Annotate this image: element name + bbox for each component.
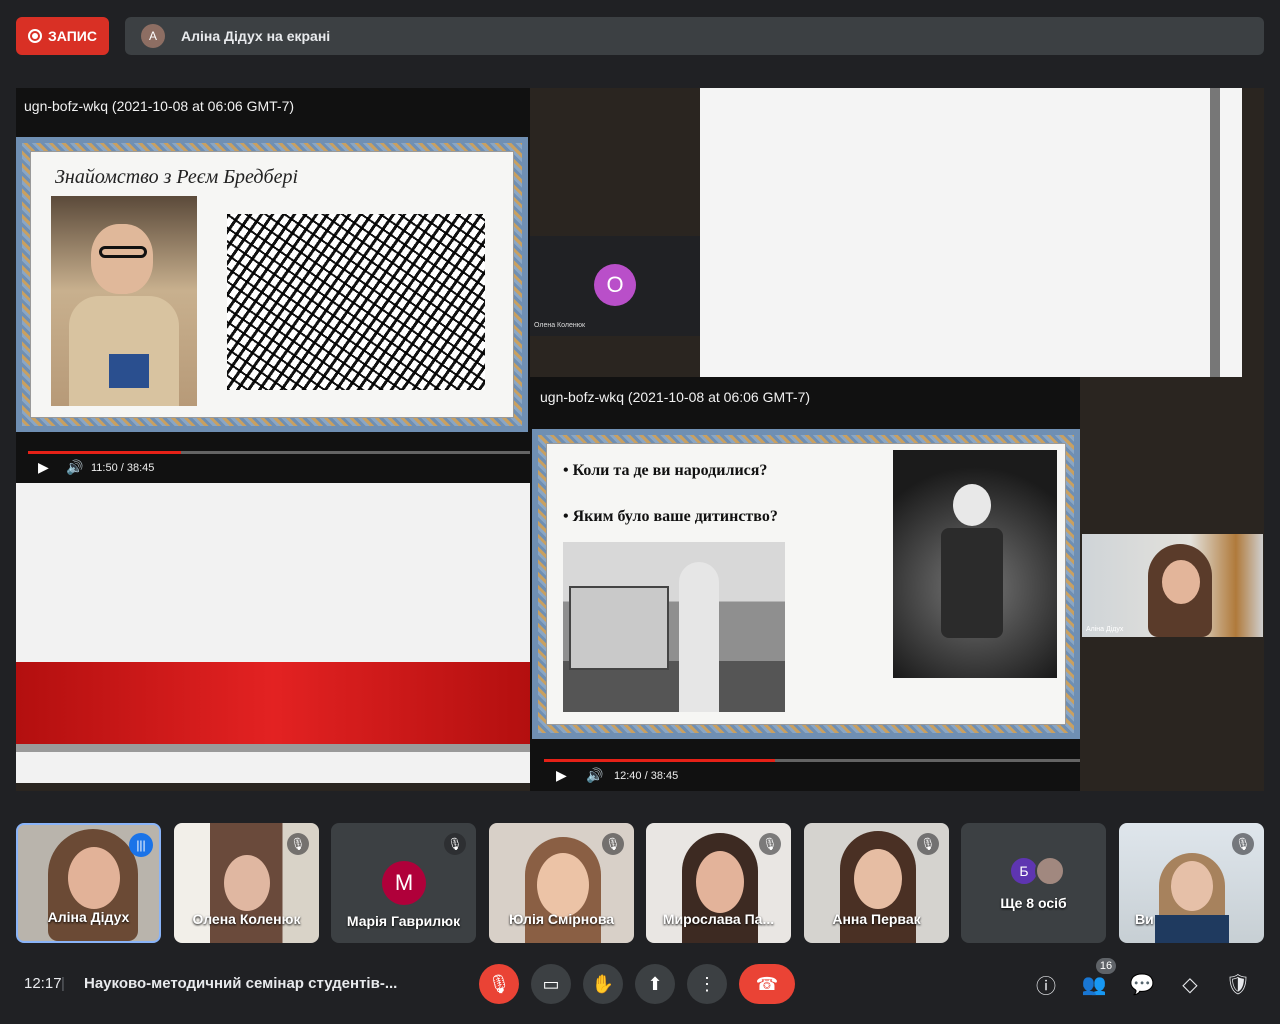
speaking-indicator-icon: ||| (129, 833, 153, 857)
more-options-button[interactable]: ⋮ (687, 964, 727, 1004)
participant-avatar: О (594, 264, 636, 306)
participant-name: Олена Коленюк (192, 911, 301, 927)
participant-tile[interactable]: 🎙 Анна Первак (804, 823, 949, 943)
phone-hangup-icon: ☎ (755, 973, 779, 994)
mic-off-icon: 🎙 (487, 973, 511, 994)
whiteboard-area (700, 88, 1242, 377)
participant-tile[interactable]: 🎙 Олена Коленюк (174, 823, 319, 943)
slide-heading: Знайомство з Реєм Бредбері (55, 166, 299, 188)
blank-slide-area (16, 483, 530, 783)
participant-name: Юлія Смірнова (508, 911, 615, 927)
video-player-left[interactable]: ugn-bofz-wkq (2021-10-08 at 06:06 GMT-7)… (16, 88, 530, 483)
participant-name: Ви (1135, 911, 1154, 927)
mic-off-icon: 🎙 (1232, 833, 1254, 855)
participant-thumb: О Олена Коленюк (530, 236, 700, 336)
participant-name: Марія Гаврилюк (346, 913, 461, 929)
more-participants-label: Ще 8 осіб (1000, 895, 1067, 911)
slide: • Коли та де ви народилися? • Яким було … (546, 443, 1066, 725)
mic-off-icon: 🎙 (602, 833, 624, 855)
meeting-title: Науково-методичний семінар студентів-... (84, 975, 398, 992)
presenting-text: Аліна Дідух на екрані (181, 28, 331, 44)
slide-bullet: • Коли та де ви народилися? (563, 462, 768, 479)
end-call-button[interactable]: ☎ (739, 964, 795, 1004)
mic-off-icon: 🎙 (917, 833, 939, 855)
clock: 12:17 (24, 975, 62, 992)
host-controls-shield-icon[interactable]: 🛡 (1225, 972, 1250, 996)
chat-icon[interactable]: 💬 (1130, 972, 1155, 996)
camera-toggle-button[interactable]: ▭ (531, 964, 571, 1004)
volume-icon[interactable]: 🔊 (66, 459, 83, 476)
video-progress-played (28, 451, 182, 454)
video-time: 12:40 / 38:45 (614, 770, 679, 782)
recording-label: ЗАПИС (48, 28, 97, 44)
mic-off-icon: 🎙 (759, 833, 781, 855)
presenting-banner[interactable]: А Аліна Дідух на екрані (125, 17, 1264, 55)
mic-off-icon: 🎙 (444, 833, 466, 855)
recording-button[interactable]: ЗАПИС (16, 17, 109, 55)
present-button[interactable]: ⬆ (635, 964, 675, 1004)
more-vert-icon: ⋮ (698, 973, 716, 994)
volume-icon[interactable]: 🔊 (586, 767, 603, 784)
participant-tile-more[interactable]: Б Ще 8 осіб (961, 823, 1106, 943)
hand-icon: ✋ (591, 973, 615, 994)
participant-avatar: M (382, 861, 426, 905)
raise-hand-button[interactable]: ✋ (583, 964, 623, 1004)
house-photo (563, 542, 785, 712)
presenter-avatar: А (141, 24, 165, 48)
activities-icon[interactable]: ◇ (1178, 972, 1202, 996)
participant-thumb-name: Олена Коленюк (534, 322, 586, 329)
presenter-thumb: Аліна Дідух (1082, 534, 1263, 637)
slide-frame: • Коли та де ви народилися? • Яким було … (532, 429, 1080, 739)
participant-tile[interactable]: M 🎙 Марія Гаврилюк (331, 823, 476, 943)
shared-screen: ugn-bofz-wkq (2021-10-08 at 06:06 GMT-7)… (16, 88, 1264, 791)
present-screen-icon: ⬆ (647, 973, 663, 994)
participant-tile[interactable]: 🎙 Юлія Смірнова (489, 823, 634, 943)
video-time: 11:50 / 38:45 (91, 462, 155, 474)
mic-toggle-button[interactable]: 🎙 (479, 964, 519, 1004)
participant-tile[interactable]: 🎙 Мирослава Па... (646, 823, 791, 943)
participant-name: Мирослава Па... (662, 911, 775, 927)
child-photo (893, 450, 1057, 678)
slide: Знайомство з Реєм Бредбері (30, 151, 514, 418)
play-icon[interactable]: ▶ (556, 767, 567, 784)
portrait-photo (51, 196, 197, 406)
participant-name: Анна Первак (832, 911, 921, 927)
participant-tile[interactable]: ||| Аліна Дідух (16, 823, 161, 943)
video-title: ugn-bofz-wkq (2021-10-08 at 06:06 GMT-7) (24, 98, 295, 114)
mic-off-icon: 🎙 (287, 833, 309, 855)
participants-count-badge: 16 (1096, 958, 1116, 974)
separator: | (61, 975, 65, 992)
video-title: ugn-bofz-wkq (2021-10-08 at 06:06 GMT-7) (540, 389, 811, 405)
people-icon[interactable]: 👥 (1082, 972, 1107, 996)
participant-avatar (1035, 856, 1065, 886)
slide-bullet: • Яким було ваше дитинство? (563, 508, 778, 525)
play-icon[interactable]: ▶ (38, 459, 49, 476)
presenter-thumb-name: Аліна Дідух (1086, 626, 1124, 633)
record-icon (28, 29, 43, 43)
crowd-illustration (227, 214, 485, 390)
meeting-info-icon[interactable]: ⓘ (1034, 972, 1058, 998)
slide-frame: Знайомство з Реєм Бредбері (16, 137, 528, 432)
participant-name: Аліна Дідух (47, 909, 130, 925)
camera-icon: ▭ (542, 973, 560, 994)
participant-tile-self[interactable]: 🎙 Ви (1119, 823, 1264, 943)
video-player-right[interactable]: ugn-bofz-wkq (2021-10-08 at 06:06 GMT-7)… (530, 377, 1080, 791)
video-progress-played (544, 759, 775, 762)
